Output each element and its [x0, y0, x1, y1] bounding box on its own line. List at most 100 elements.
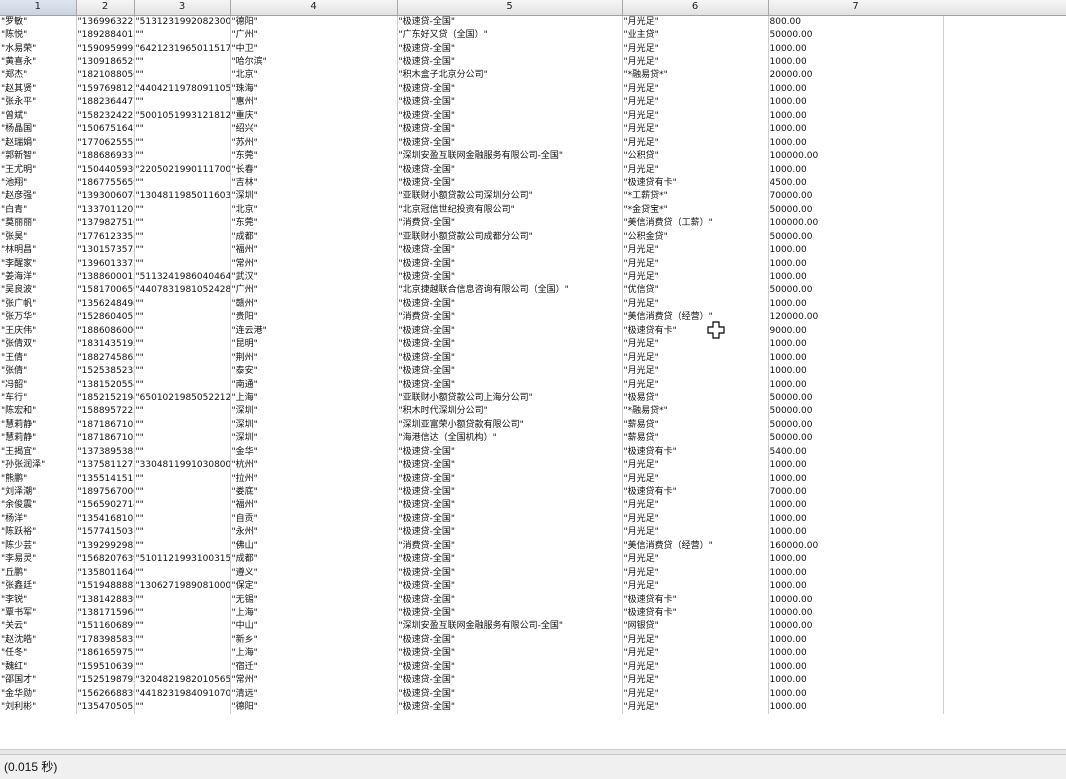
- table-cell[interactable]: "极速贷-全国": [397, 109, 623, 123]
- table-cell[interactable]: "中卫": [230, 41, 398, 56]
- table-cell[interactable]: "极速贷-全国": [397, 471, 623, 486]
- table-cell[interactable]: "极速贷有卡": [622, 176, 769, 190]
- table-row[interactable]: "白青""1337011207""""北京""北京冠信世纪投资有限公司""*金贷…: [0, 203, 944, 217]
- table-cell[interactable]: "1511606899": [76, 619, 135, 634]
- table-cell[interactable]: "熊鹏": [0, 471, 77, 486]
- table-cell[interactable]: "张倩双": [0, 337, 77, 351]
- table-cell[interactable]: "姜海洋": [0, 270, 77, 284]
- table-cell[interactable]: "月光足": [622, 660, 769, 674]
- table-cell[interactable]: "*工薪贷*": [622, 189, 769, 204]
- table-cell[interactable]: "极速贷有卡": [622, 606, 769, 620]
- table-cell[interactable]: 50000.00: [768, 418, 944, 432]
- table-cell[interactable]: "1568207639": [76, 552, 135, 566]
- table-cell[interactable]: "1301573575": [76, 243, 135, 257]
- table-cell[interactable]: "": [134, 122, 231, 136]
- table-cell[interactable]: "拉州": [230, 471, 398, 486]
- table-cell[interactable]: "": [134, 297, 231, 311]
- table-cell[interactable]: "深圳": [230, 404, 398, 419]
- table-cell[interactable]: "积木盒子北京分公司": [397, 68, 623, 83]
- table-cell[interactable]: "曾斌": [0, 109, 77, 123]
- table-cell[interactable]: "130627198908100035": [134, 579, 231, 593]
- table-cell[interactable]: 1000.00: [768, 633, 944, 647]
- table-cell[interactable]: "月光足": [622, 377, 769, 392]
- table-cell[interactable]: 50000.00: [768, 230, 944, 244]
- table-cell[interactable]: "1337011207": [76, 203, 135, 217]
- table-cell[interactable]: "1897567000": [76, 485, 135, 499]
- table-cell[interactable]: "杨晶国": [0, 122, 77, 136]
- table-cell[interactable]: 1000.00: [768, 162, 944, 177]
- table-cell[interactable]: "": [134, 539, 231, 553]
- table-row[interactable]: "张倩""1525385232""""泰安""极速贷-全国""月光足"1000.…: [0, 364, 944, 378]
- table-cell[interactable]: "": [134, 324, 231, 338]
- table-cell[interactable]: 1000.00: [768, 109, 944, 123]
- table-cell[interactable]: "月光足": [622, 243, 769, 257]
- table-cell[interactable]: "": [134, 633, 231, 647]
- table-cell[interactable]: "金华勋": [0, 686, 77, 701]
- table-cell[interactable]: "李易灵": [0, 552, 77, 566]
- table-cell[interactable]: "月光足": [622, 162, 769, 177]
- table-row[interactable]: "张倩双""1831435192""""昆明""极速贷-全国""月光足"1000…: [0, 337, 944, 351]
- table-cell[interactable]: "*融易贷*": [622, 404, 769, 419]
- table-cell[interactable]: "1867755659": [76, 176, 135, 190]
- table-cell[interactable]: "连云港": [230, 324, 398, 338]
- table-row[interactable]: "关云""1511606899""""中山""深圳安盈互联网金融服务有限公司-全…: [0, 619, 944, 634]
- table-cell[interactable]: "月光足": [622, 122, 769, 136]
- table-cell[interactable]: "": [134, 216, 231, 230]
- table-cell[interactable]: "": [134, 364, 231, 378]
- table-cell[interactable]: "刘利彬": [0, 700, 77, 714]
- table-cell[interactable]: "极速贷-全国": [397, 176, 623, 190]
- table-cell[interactable]: 1000.00: [768, 700, 944, 714]
- table-cell[interactable]: 1000.00: [768, 458, 944, 472]
- table-cell[interactable]: "月光足": [622, 525, 769, 540]
- table-cell[interactable]: 1000.00: [768, 552, 944, 566]
- table-cell[interactable]: "1821088056": [76, 68, 135, 83]
- table-cell[interactable]: "李锐": [0, 592, 77, 607]
- table-cell[interactable]: "": [134, 310, 231, 325]
- table-cell[interactable]: "上海": [230, 391, 398, 405]
- table-cell[interactable]: 1000.00: [768, 41, 944, 56]
- table-cell[interactable]: "月光足": [622, 82, 769, 96]
- table-cell[interactable]: "昆明": [230, 337, 398, 351]
- table-cell[interactable]: "": [134, 230, 231, 244]
- table-cell[interactable]: "自贡": [230, 512, 398, 526]
- table-cell[interactable]: 1000.00: [768, 377, 944, 392]
- table-cell[interactable]: 1000.00: [768, 95, 944, 110]
- table-cell[interactable]: "1886086000": [76, 324, 135, 338]
- table-row[interactable]: "张昊""1776123358""""成都""亚联财小额贷款公司成都分公司""公…: [0, 230, 944, 244]
- table-cell[interactable]: "月光足": [622, 512, 769, 526]
- table-cell[interactable]: 120000.00: [768, 310, 944, 325]
- table-cell[interactable]: "白青": [0, 203, 77, 217]
- table-cell[interactable]: "月光足": [622, 700, 769, 714]
- table-cell[interactable]: "极速贷-全国": [397, 592, 623, 607]
- table-cell[interactable]: "广东好又贷（全国）": [397, 28, 623, 42]
- table-row[interactable]: "赵彦强""1393006074""130481198501160316""深圳…: [0, 189, 944, 204]
- table-cell[interactable]: "海港信达（全国机构）": [397, 431, 623, 445]
- table-cell[interactable]: "吉林": [230, 176, 398, 190]
- table-cell[interactable]: "1356248494": [76, 297, 135, 311]
- table-cell[interactable]: "覃书军": [0, 606, 77, 620]
- table-cell[interactable]: 10000.00: [768, 592, 944, 607]
- table-cell[interactable]: 1000.00: [768, 135, 944, 150]
- table-cell[interactable]: "张广帆": [0, 297, 77, 311]
- table-cell[interactable]: "月光足": [622, 458, 769, 472]
- result-grid[interactable]: 1 2 3 4 5 6 7 "罗敏""1369963221""513123199…: [0, 0, 1066, 749]
- table-cell[interactable]: 1000.00: [768, 364, 944, 378]
- table-cell[interactable]: "贵阳": [230, 310, 398, 325]
- table-cell[interactable]: "月光足": [622, 579, 769, 593]
- table-cell[interactable]: "极速贷-全国": [397, 686, 623, 701]
- table-row[interactable]: "张永平""1882364477""""惠州""极速贷-全国""月光足"1000…: [0, 95, 944, 110]
- table-cell[interactable]: "": [134, 350, 231, 365]
- table-cell[interactable]: "福州": [230, 243, 398, 257]
- table-row[interactable]: "杨晶国""1506751641""""绍兴""极速贷-全国""月光足"1000…: [0, 122, 944, 136]
- table-cell[interactable]: "上海": [230, 606, 398, 620]
- table-cell[interactable]: "赵瑞娟": [0, 135, 77, 150]
- table-cell[interactable]: "月光足": [622, 15, 769, 29]
- table-cell[interactable]: "1519488887": [76, 579, 135, 593]
- table-cell[interactable]: "月光足": [622, 350, 769, 365]
- table-cell[interactable]: "东莞": [230, 216, 398, 230]
- table-cell[interactable]: 10000.00: [768, 606, 944, 620]
- table-cell[interactable]: "月光足": [622, 41, 769, 56]
- table-cell[interactable]: "薪易贷": [622, 431, 769, 445]
- table-cell[interactable]: "惠州": [230, 95, 398, 110]
- table-cell[interactable]: "张永平": [0, 95, 77, 110]
